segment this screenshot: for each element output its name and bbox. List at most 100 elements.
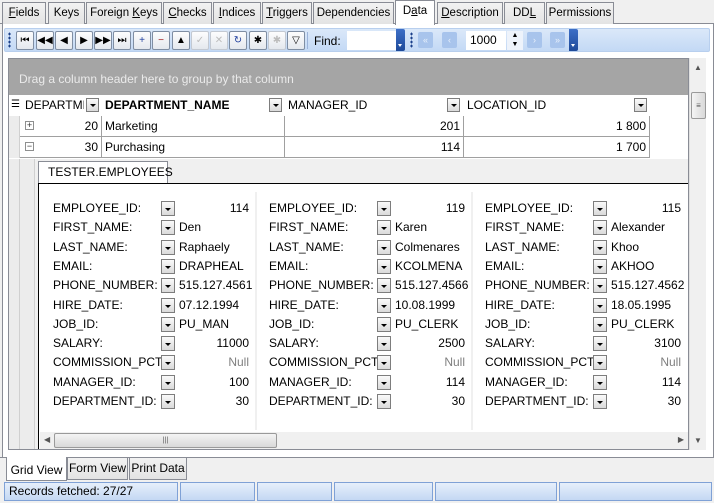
- tab-checks[interactable]: Checks: [163, 2, 212, 24]
- table-row[interactable]: + 20 Marketing 201 1 800: [9, 116, 688, 137]
- column-chooser-icon[interactable]: ☰: [11, 99, 20, 110]
- field-dropdown-icon[interactable]: [161, 374, 175, 390]
- field-value[interactable]: Null: [660, 355, 681, 369]
- field-value[interactable]: 100: [229, 375, 249, 389]
- scroll-left-arrow-icon[interactable]: ◀: [44, 435, 50, 444]
- field-dropdown-icon[interactable]: [161, 258, 175, 274]
- field-value[interactable]: 30: [452, 394, 465, 408]
- last-page-button[interactable]: »: [550, 32, 565, 48]
- cell-department-id[interactable]: 20: [20, 116, 102, 137]
- toolbar-options-button[interactable]: [396, 29, 405, 51]
- group-by-panel[interactable]: Drag a column header here to group by th…: [9, 59, 688, 95]
- detail-tab-tester-employees[interactable]: TESTER.EMPLOYEES: [38, 161, 173, 183]
- tab-indices[interactable]: Indices: [213, 2, 261, 24]
- field-value[interactable]: 2500: [438, 336, 465, 350]
- field-value[interactable]: 18.05.1995: [611, 298, 671, 312]
- cell-department-id[interactable]: 30: [20, 137, 102, 158]
- field-value[interactable]: 30: [668, 394, 681, 408]
- field-value[interactable]: Null: [228, 355, 249, 369]
- field-dropdown-icon[interactable]: [377, 394, 391, 409]
- insert-record-button[interactable]: +: [133, 31, 151, 50]
- column-header-department-name[interactable]: DEPARTMENT_NAME: [102, 96, 267, 115]
- scroll-up-arrow-icon[interactable]: ▲: [694, 63, 702, 72]
- column-filter-dropdown[interactable]: [634, 98, 647, 112]
- tab-fields[interactable]: Fields: [2, 2, 46, 24]
- field-dropdown-icon[interactable]: [593, 201, 607, 216]
- vertical-scrollbar[interactable]: ▲ ≡ ▼: [689, 58, 706, 450]
- field-value[interactable]: 515.127.4566: [395, 278, 468, 292]
- cell-location-id[interactable]: 1 700: [464, 137, 650, 158]
- field-value[interactable]: Khoo: [611, 240, 639, 254]
- field-value[interactable]: KCOLMENA: [395, 259, 462, 273]
- page-size-spinner[interactable]: ▲ ▼: [507, 31, 523, 50]
- field-value[interactable]: PU_CLERK: [611, 317, 674, 331]
- cell-manager-id[interactable]: 114: [285, 137, 464, 158]
- horizontal-scrollbar[interactable]: ◀ ||| ▶: [40, 432, 688, 449]
- field-dropdown-icon[interactable]: [161, 239, 175, 255]
- field-dropdown-icon[interactable]: [593, 316, 607, 332]
- field-value[interactable]: 515.127.4561: [179, 278, 252, 292]
- column-header-location-id[interactable]: LOCATION_ID: [464, 96, 634, 115]
- field-value[interactable]: AKHOO: [611, 259, 654, 273]
- field-value[interactable]: Karen: [395, 220, 427, 234]
- column-header-manager-id[interactable]: MANAGER_ID: [285, 96, 445, 115]
- field-value[interactable]: 3100: [654, 336, 681, 350]
- field-dropdown-icon[interactable]: [161, 394, 175, 409]
- field-value[interactable]: Alexander: [611, 220, 665, 234]
- cell-department-name[interactable]: Marketing: [102, 116, 285, 137]
- employee-card[interactable]: EMPLOYEE_ID: 115 FIRST_NAME: Alexander LAST_…: [475, 192, 685, 430]
- refresh-button[interactable]: ↻: [229, 31, 247, 50]
- prior-record-button[interactable]: ◀: [55, 31, 73, 50]
- field-dropdown-icon[interactable]: [161, 297, 175, 313]
- paging-toolbar-grip[interactable]: [410, 32, 413, 48]
- column-header-department-id[interactable]: DEPARTME: [22, 96, 84, 115]
- delete-record-button[interactable]: −: [152, 31, 170, 50]
- field-value[interactable]: 30: [236, 394, 249, 408]
- field-dropdown-icon[interactable]: [161, 316, 175, 332]
- prior-page-button[interactable]: ‹: [442, 32, 457, 48]
- field-value[interactable]: 11000: [217, 336, 249, 350]
- horizontal-scroll-thumb[interactable]: |||: [54, 433, 277, 448]
- tab-data[interactable]: Data: [395, 0, 435, 25]
- field-value[interactable]: 07.12.1994: [179, 298, 239, 312]
- field-dropdown-icon[interactable]: [161, 220, 175, 236]
- field-value[interactable]: 10.08.1999: [395, 298, 455, 312]
- field-dropdown-icon[interactable]: [593, 239, 607, 255]
- employee-card[interactable]: EMPLOYEE_ID: 119 FIRST_NAME: Karen LAST_NAME…: [259, 192, 469, 430]
- field-dropdown-icon[interactable]: [377, 336, 391, 352]
- field-value[interactable]: DRAPHEAL: [179, 259, 244, 273]
- cell-department-name[interactable]: Purchasing: [102, 137, 285, 158]
- field-value[interactable]: Colmenares: [395, 240, 460, 254]
- page-size-input[interactable]: 1000: [466, 31, 506, 50]
- paging-toolbar-options-button[interactable]: [569, 29, 578, 51]
- field-value[interactable]: PU_CLERK: [395, 317, 458, 331]
- cancel-edit-button[interactable]: ✕: [210, 31, 228, 50]
- cell-location-id[interactable]: 1 800: [464, 116, 650, 137]
- tab-ddl[interactable]: DDL: [504, 2, 545, 24]
- next-page-button[interactable]: ›: [527, 32, 542, 48]
- field-value[interactable]: 114: [662, 375, 681, 389]
- set-null-button[interactable]: ✱: [249, 31, 267, 50]
- filter-button[interactable]: ▽: [287, 31, 305, 50]
- field-value[interactable]: Raphaely: [179, 240, 230, 254]
- field-value[interactable]: 114: [230, 201, 249, 215]
- column-filter-dropdown[interactable]: [447, 98, 460, 112]
- cell-manager-id[interactable]: 201: [285, 116, 464, 137]
- next-page-button[interactable]: ▶▶: [94, 31, 112, 50]
- field-dropdown-icon[interactable]: [377, 201, 391, 216]
- field-value[interactable]: Den: [179, 220, 201, 234]
- field-dropdown-icon[interactable]: [377, 278, 391, 294]
- field-value[interactable]: PU_MAN: [179, 317, 229, 331]
- scroll-right-arrow-icon[interactable]: ▶: [678, 435, 684, 444]
- tab-triggers[interactable]: Triggers: [262, 2, 312, 24]
- field-dropdown-icon[interactable]: [377, 374, 391, 390]
- tab-permissions[interactable]: Permissions: [546, 2, 614, 24]
- scroll-down-arrow-icon[interactable]: ▼: [694, 436, 702, 445]
- post-edit-button[interactable]: ✓: [191, 31, 209, 50]
- employee-card[interactable]: EMPLOYEE_ID: 114 FIRST_NAME: Den LAST_NAME: R…: [43, 192, 253, 430]
- field-value[interactable]: 119: [446, 201, 465, 215]
- edit-record-button[interactable]: ▲: [172, 31, 190, 50]
- field-dropdown-icon[interactable]: [161, 336, 175, 352]
- field-dropdown-icon[interactable]: [593, 258, 607, 274]
- field-dropdown-icon[interactable]: [377, 258, 391, 274]
